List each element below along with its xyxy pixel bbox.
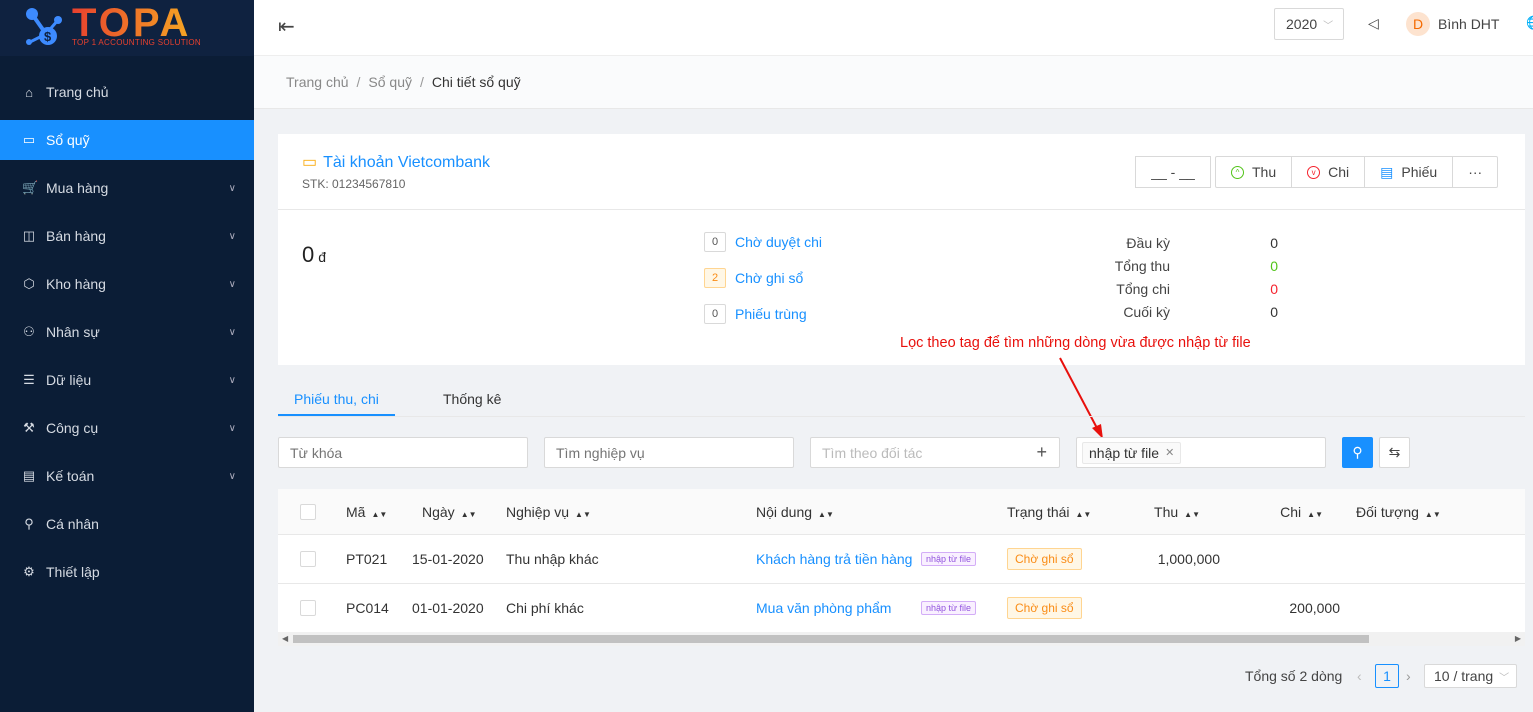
- operation-input[interactable]: [544, 437, 794, 468]
- tabs: Phiếu thu, chi Thống kê: [278, 385, 1525, 417]
- tab-phieu-thu-chi[interactable]: Phiếu thu, chi: [294, 391, 379, 407]
- scroll-left-icon[interactable]: ◀: [282, 632, 288, 646]
- table-header: Mã ▲▼ Ngày ▲▼ Nghiệp vụ ▲▼ Nội dung ▲▼ Trạng thá…: [278, 489, 1525, 535]
- column-header[interactable]: Nội dung ▲▼: [756, 504, 834, 520]
- sort-icon[interactable]: ▲▼: [1425, 510, 1441, 519]
- table-row: PC014 01-01-2020 Chi phí khác Mua văn ph…: [278, 584, 1525, 633]
- cell-date: 15-01-2020: [412, 551, 484, 567]
- tab-thong-ke[interactable]: Thống kê: [443, 391, 501, 407]
- cell-operation: Thu nhập khác: [506, 551, 599, 567]
- partner-input[interactable]: Tìm theo đối tác +: [810, 437, 1060, 468]
- sort-icon[interactable]: ▲▼: [1307, 510, 1323, 519]
- cell-thu: 1,000,000: [1157, 551, 1220, 567]
- search-icon: ⚲: [1352, 444, 1363, 460]
- status-badge: Chờ ghi sổ: [1007, 597, 1082, 619]
- tab-active-indicator: [278, 414, 395, 416]
- sort-icon[interactable]: ▲▼: [461, 510, 477, 519]
- search-button[interactable]: ⚲: [1342, 437, 1373, 468]
- column-header[interactable]: Nghiệp vụ ▲▼: [506, 504, 591, 520]
- column-label: Đối tượng: [1356, 503, 1419, 520]
- page-1-button[interactable]: 1: [1375, 664, 1399, 688]
- column-header[interactable]: Ngày ▲▼: [422, 504, 477, 520]
- table-row: PT021 15-01-2020 Thu nhập khác Khách hàn…: [278, 535, 1525, 584]
- column-label: Chi: [1280, 503, 1302, 520]
- transactions-table: Mã ▲▼ Ngày ▲▼ Nghiệp vụ ▲▼ Nội dung ▲▼ Trạng thá…: [278, 489, 1525, 633]
- cell-date: 01-01-2020: [412, 600, 484, 616]
- column-header[interactable]: Đối tượng ▲▼: [1356, 504, 1441, 520]
- keyword-input[interactable]: [278, 437, 528, 468]
- column-label: Nội dung: [756, 503, 813, 520]
- cell-code[interactable]: PC014: [346, 600, 389, 616]
- page-size-value: 10 / trang: [1434, 668, 1494, 684]
- chevron-down-icon: ﹀: [1499, 672, 1510, 684]
- tag-chip: nhập từ file ✕: [1082, 441, 1182, 464]
- import-tag[interactable]: nhập từ file: [921, 601, 977, 615]
- sort-icon[interactable]: ▲▼: [371, 510, 387, 519]
- total-rows: Tổng số 2 dòng: [1245, 668, 1343, 684]
- tag-chip-label: nhập từ file: [1089, 444, 1160, 461]
- cell-operation: Chi phí khác: [506, 600, 584, 616]
- plus-icon[interactable]: +: [1036, 442, 1047, 463]
- status-badge: Chờ ghi sổ: [1007, 548, 1082, 570]
- cell-content-link[interactable]: Khách hàng trả tiền hàng: [756, 551, 921, 567]
- column-label: Mã: [346, 503, 366, 520]
- select-all-checkbox[interactable]: [300, 503, 316, 520]
- close-icon[interactable]: ✕: [1165, 446, 1174, 459]
- next-page-button[interactable]: ›: [1406, 668, 1411, 684]
- partner-placeholder: Tìm theo đối tác: [822, 444, 923, 461]
- column-label: Ngày: [422, 503, 455, 520]
- column-header[interactable]: Mã ▲▼: [346, 504, 387, 520]
- cell-code[interactable]: PT021: [346, 551, 387, 567]
- prev-page-button[interactable]: ‹: [1357, 668, 1362, 684]
- column-label: Thu: [1154, 503, 1179, 520]
- row-checkbox[interactable]: [300, 551, 316, 567]
- swap-icon: ⇆: [1388, 444, 1401, 460]
- column-label: Nghiệp vụ: [506, 503, 570, 520]
- scroll-right-icon[interactable]: ▶: [1515, 632, 1521, 646]
- horizontal-scrollbar[interactable]: ◀ ▶: [278, 632, 1525, 646]
- sort-icon[interactable]: ▲▼: [1184, 510, 1200, 519]
- cell-content-link[interactable]: Mua văn phòng phẩm: [756, 600, 921, 616]
- sort-icon[interactable]: ▲▼: [1076, 510, 1092, 519]
- tag-select[interactable]: nhập từ file ✕: [1076, 437, 1326, 468]
- column-header[interactable]: Chi ▲▼: [1280, 504, 1323, 520]
- column-label: Trạng thái: [1007, 503, 1070, 520]
- cell-chi: 200,000: [1289, 600, 1340, 616]
- sort-icon[interactable]: ▲▼: [575, 510, 591, 519]
- swap-button[interactable]: ⇆: [1379, 437, 1410, 468]
- scrollbar-thumb[interactable]: [293, 635, 1369, 643]
- import-tag[interactable]: nhập từ file: [921, 552, 977, 566]
- sort-icon[interactable]: ▲▼: [818, 510, 834, 519]
- column-header[interactable]: Thu ▲▼: [1154, 504, 1200, 520]
- column-header[interactable]: Trạng thái ▲▼: [1007, 504, 1091, 520]
- row-checkbox[interactable]: [300, 600, 316, 616]
- page-size-select[interactable]: 10 / trang ﹀: [1424, 664, 1517, 688]
